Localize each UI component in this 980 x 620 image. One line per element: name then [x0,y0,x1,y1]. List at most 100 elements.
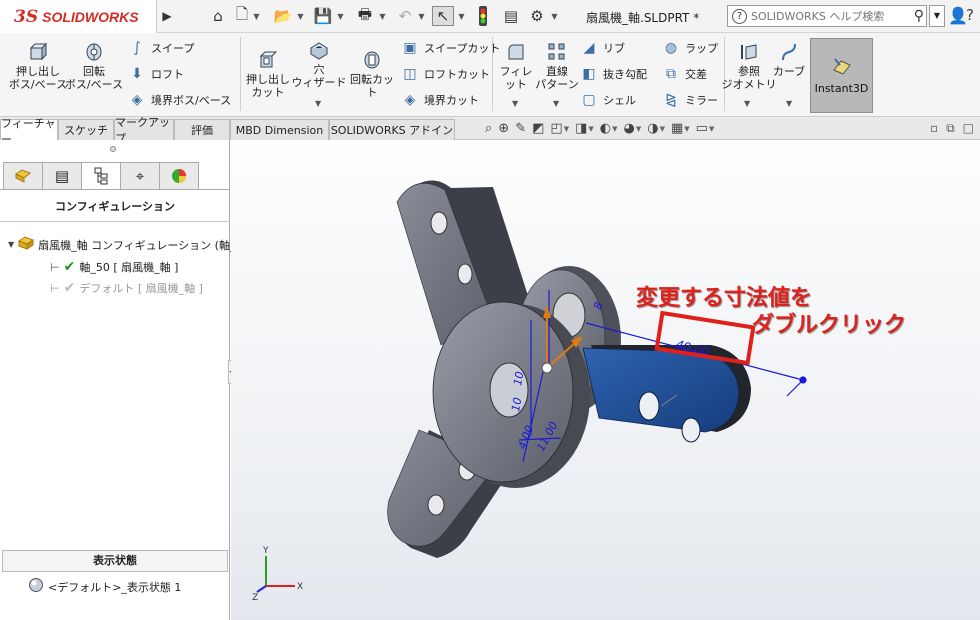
config-default-label: デフォルト [ 扇風機_軸 ] [79,282,203,295]
hide-show-items-icon[interactable]: ◕ ▼ [624,121,642,136]
extrude-boss-label: 押し出し ボス/ベース [8,65,68,91]
fillet-button[interactable]: フィレット [495,41,537,91]
hole-wizard-dropdown-icon[interactable]: ▼ [315,99,321,108]
home-icon[interactable]: ⌂ [208,6,228,26]
loft-cut-label: ロフトカット [424,68,490,81]
boundary-boss-icon: ◈ [131,92,143,108]
command-manager-ribbon: 押し出し ボス/ベース 回転 ボス/ベース ∫ スイープ ⬇ ロフト ◈ 境界ボ… [0,33,980,117]
boundary-cut-button[interactable]: ◈ 境界カット [401,91,479,109]
feature-manager-tab-icon[interactable] [3,162,43,190]
dimension-10a[interactable]: 10 [509,396,524,412]
help-dropdown-icon[interactable]: ▼ [929,5,945,27]
loft-label: ロフト [151,68,184,81]
revolve-boss-label: 回転 ボス/ベース [64,65,124,91]
display-manager-tab-icon[interactable] [159,162,199,190]
rib-button[interactable]: ◢ リブ [580,39,625,57]
draft-button[interactable]: ◧ 抜き勾配 [580,65,647,83]
property-manager-tab-icon[interactable]: ▤ [42,162,82,190]
shell-button[interactable]: ▢ シェル [580,91,636,109]
reference-geometry-dropdown-icon[interactable]: ▼ [744,99,750,108]
dynamic-annotation-icon[interactable]: ◰ ▼ [550,121,569,136]
apply-scene-icon[interactable]: ▦ ▼ [671,121,690,136]
graphics-area[interactable]: 40.00 11.00 4.00 10 8 10 Y X Z 変更する寸法値を … [231,140,980,620]
curves-dropdown-icon[interactable]: ▼ [786,99,792,108]
extrude-boss-button[interactable]: 押し出し ボス/ベース [8,41,68,91]
linear-pattern-dropdown-icon[interactable]: ▼ [553,99,559,108]
previous-view-icon[interactable]: ✎ [515,121,526,136]
mirror-button[interactable]: ⧎ ミラー [662,91,718,109]
user-icon[interactable]: 👤 [948,6,968,25]
help-icon[interactable]: ? [966,6,974,24]
new-file-icon[interactable]: 🗋 [233,5,251,26]
curves-icon [778,41,800,63]
display-state-item[interactable]: <デフォルト>_表示状態 1 [28,577,181,596]
tile-icon[interactable]: ⧉ [946,121,955,136]
tab-mbd-dimension[interactable]: MBD Dimension [230,119,329,140]
title-bar: 3S SOLIDWORKS ▶ ⌂ 🗋 ▼ 📂 ▼ 💾 ▼ 🖶 ▼ ↶ ▼ ↖ … [0,0,980,33]
view-settings-icon[interactable]: ▭ ▼ [696,121,715,136]
extrude-cut-button[interactable]: 押し出し カット [243,49,293,99]
loft-cut-button[interactable]: ◫ ロフトカット [401,65,490,83]
tab-sketch[interactable]: スケッチ [58,119,114,140]
print-icon[interactable]: 🖶 [354,5,376,26]
tab-label: SOLIDWORKS アドイン [330,124,454,137]
revolve-boss-button[interactable]: 回転 ボス/ベース [64,41,124,91]
config-root-item[interactable]: ▼ 扇風機_軸 コンフィギュレーション (軸_50) [8,236,254,253]
traffic-light-icon[interactable] [476,6,490,26]
print-dropdown-icon[interactable]: ▼ [378,6,387,26]
help-search[interactable]: ? ⚲ [727,5,927,27]
fillet-dropdown-icon[interactable]: ▼ [512,99,518,108]
dimension-10b[interactable]: 10 [511,370,526,386]
revolve-cut-button[interactable]: 回転カット [345,49,399,99]
display-state-icon [28,577,44,596]
save-icon[interactable]: 💾 [313,6,333,26]
view-orientation-icon[interactable]: ◨ ▼ [575,121,594,136]
tab-evaluate[interactable]: 評価 [174,119,230,140]
help-search-input[interactable] [751,9,891,23]
dimxpert-manager-tab-icon[interactable]: ⌖ [120,162,160,190]
restore-icon[interactable]: ▫ [930,121,938,136]
wrap-button[interactable]: ◍ ラップ [662,39,718,57]
instant3d-button[interactable]: Instant3D [810,38,873,113]
tab-features[interactable]: フィーチャー [0,117,58,146]
curves-button[interactable]: カーブ [771,41,807,78]
open-dropdown-icon[interactable]: ▼ [296,6,305,26]
solidworks-logo[interactable]: 3S SOLIDWORKS [0,0,157,33]
search-icon[interactable]: ⚲ [914,8,926,24]
tab-label: 評価 [191,124,213,137]
select-dropdown-icon[interactable]: ▼ [457,6,466,26]
panel-separator [0,221,230,222]
options-gear-icon[interactable]: ⚙ [527,6,547,26]
config-item-active[interactable]: ⊢ ✔ 軸_50 [ 扇風機_軸 ] [50,259,178,275]
undo-icon[interactable]: ↶ [395,6,415,26]
tab-solidworks-addins[interactable]: SOLIDWORKS アドイン [329,119,455,140]
open-file-icon[interactable]: 📂 [273,6,293,26]
maximize-icon[interactable]: □ [963,121,974,136]
undo-dropdown-icon[interactable]: ▼ [417,6,426,26]
file-properties-icon[interactable]: ▤ [502,6,520,26]
sweep-button[interactable]: ∫ スイープ [128,39,194,57]
configuration-manager-tab-icon[interactable] [81,162,121,190]
config-item-default[interactable]: ⊢ ✔ デフォルト [ 扇風機_軸 ] [50,280,203,296]
sweep-cut-button[interactable]: ▣ スイープカット [401,39,500,57]
zoom-to-fit-icon[interactable]: ⌕ [485,121,492,136]
intersect-icon: ⧉ [666,66,676,82]
loft-button[interactable]: ⬇ ロフト [128,65,184,83]
new-dropdown-icon[interactable]: ▼ [252,6,261,26]
menu-expand-icon[interactable]: ▶ [160,6,174,26]
boundary-boss-button[interactable]: ◈ 境界ボス/ベース [128,91,232,109]
display-style-icon[interactable]: ◐ ▼ [600,121,618,136]
intersect-button[interactable]: ⧉ 交差 [662,65,707,83]
select-icon[interactable]: ↖ [432,6,454,26]
options-dropdown-icon[interactable]: ▼ [550,6,559,26]
collapse-arrow-icon[interactable]: ▼ [8,240,14,249]
linear-pattern-button[interactable]: 直線 パターン [535,41,579,91]
hole-wizard-button[interactable]: 穴 ウィザード [292,39,347,89]
reference-geometry-button[interactable]: 参照 ジオメトリ [722,41,777,91]
tab-markup[interactable]: マークアップ [114,116,174,145]
save-dropdown-icon[interactable]: ▼ [336,6,345,26]
edit-appearance-icon[interactable]: ◑ ▼ [647,121,665,136]
section-view-icon[interactable]: ◩ [532,121,544,136]
zoom-to-area-icon[interactable]: ⊕ [498,121,509,136]
panel-grip[interactable] [110,146,116,152]
